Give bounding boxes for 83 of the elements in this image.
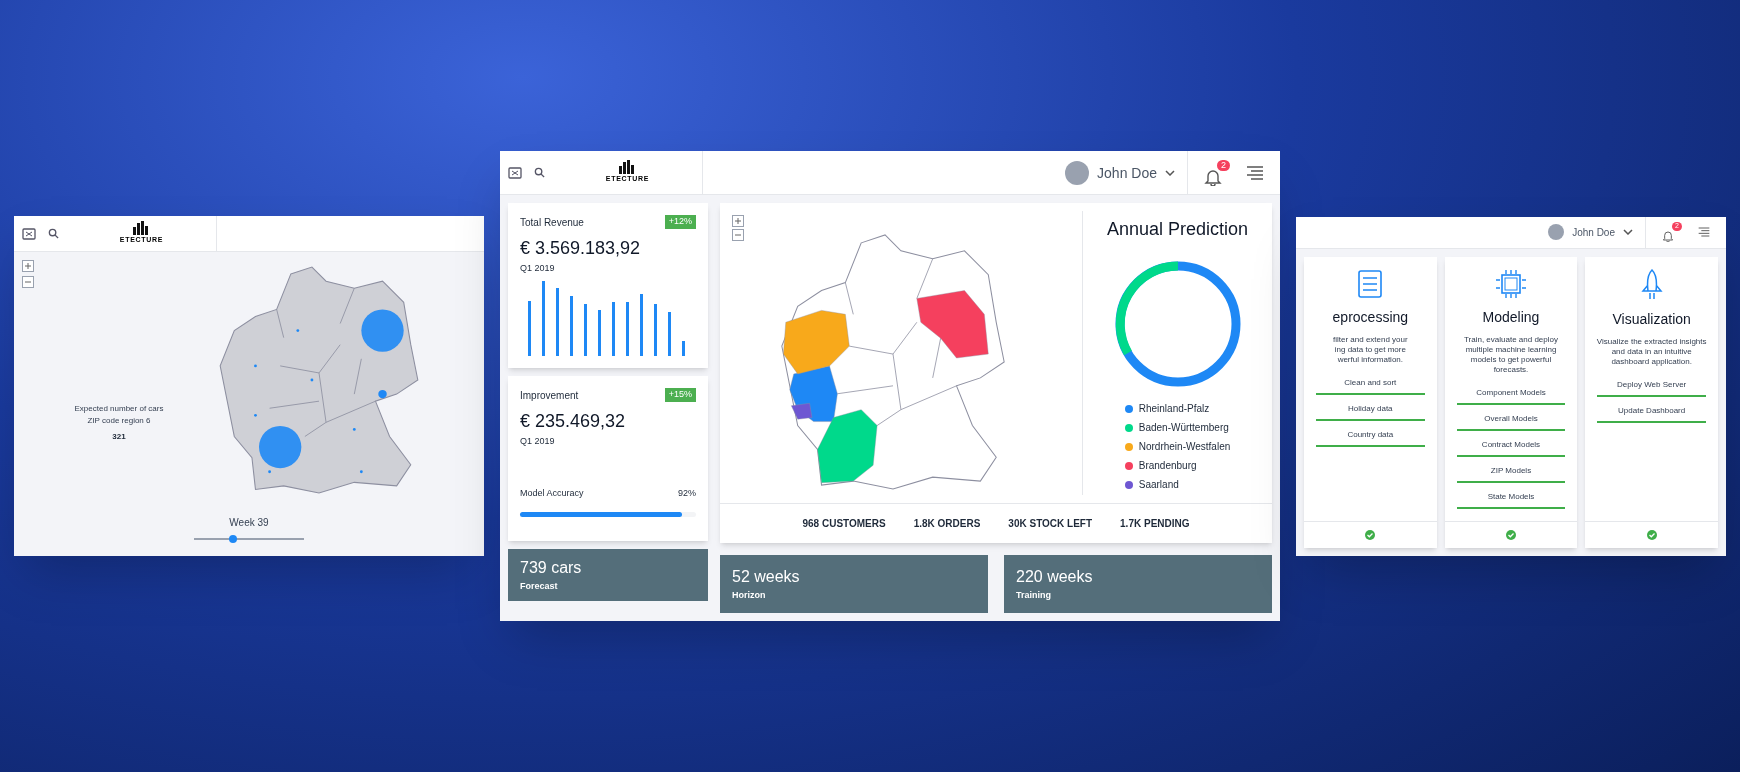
step-item: Update Dashboard: [1597, 404, 1706, 423]
slider-thumb[interactable]: [228, 535, 237, 543]
checklist-icon: [1357, 268, 1384, 299]
zoom-out-button[interactable]: [22, 276, 34, 288]
check-circle-icon: [1365, 529, 1376, 540]
kpi-period: Q1 2019: [520, 435, 556, 448]
bell-icon: [1662, 230, 1674, 242]
step-item: Country data: [1316, 428, 1425, 447]
tooltip-text: ZIP code region 6: [87, 415, 151, 427]
kpi-amount: € 3.569.183,92: [520, 237, 642, 260]
card-description: models to get powerful: [1470, 354, 1552, 365]
chevron-down-icon: [1165, 169, 1175, 176]
menu-icon[interactable]: [1698, 227, 1710, 237]
avatar-icon: [1548, 224, 1565, 240]
stat-label: 1.8K ORDERS: [913, 517, 981, 531]
check-circle-icon: [1506, 529, 1516, 540]
metric-label: Model Accuracy: [520, 486, 584, 500]
tile-value: 220 weeks: [1016, 567, 1094, 588]
search-icon[interactable]: [48, 228, 59, 239]
card-title: Modeling: [1482, 307, 1540, 327]
plus-icon: [25, 263, 31, 269]
legend-label: Nordrhein-Westfalen: [1138, 440, 1231, 454]
step-item: Deploy Web Server: [1597, 378, 1706, 397]
card-description: filter and extend your: [1332, 334, 1408, 345]
card-description: forecasts.: [1493, 364, 1529, 375]
tile-label: Horizon: [732, 589, 767, 603]
card-description: Train, evaluate and deploy: [1464, 334, 1558, 345]
card-title: eprocessing: [1332, 307, 1409, 327]
chevron-down-icon: [1623, 229, 1633, 235]
chip-icon: [1495, 268, 1527, 299]
card-description: ing data to get more: [1334, 344, 1406, 355]
card-title: Visualization: [1612, 309, 1691, 329]
kpi-amount: € 235.469,32: [520, 410, 627, 433]
step-item: ZIP Models: [1456, 464, 1566, 483]
step-item: Component Models: [1456, 386, 1566, 405]
legend-label: Saarland: [1138, 478, 1179, 492]
tooltip-text: Expected number of cars: [74, 403, 164, 415]
notifications-button[interactable]: 2: [1204, 159, 1230, 186]
stat-label: 30K STOCK LEFT: [1008, 517, 1093, 531]
menu-icon[interactable]: [1246, 165, 1264, 180]
stat-label: 968 CUSTOMERS: [802, 517, 886, 531]
card-description: and data in an intuitive: [1611, 346, 1692, 357]
step-item: State Models: [1456, 490, 1566, 509]
search-icon[interactable]: [534, 167, 545, 178]
prediction-title: Annual Prediction: [1106, 218, 1249, 241]
card-description: multiple machine learning: [1465, 344, 1557, 355]
card-description: dashboard application.: [1611, 356, 1692, 367]
zoom-in-button[interactable]: [22, 260, 34, 272]
card-description: werful information.: [1337, 354, 1403, 365]
week-label: Week 39: [229, 516, 269, 530]
fullscreen-icon[interactable]: [508, 166, 522, 179]
kpi-title: Total Revenue: [520, 216, 584, 230]
fullscreen-icon[interactable]: [22, 227, 36, 240]
step-item: Holiday data: [1316, 402, 1425, 421]
stat-label: 1.7K PENDING: [1120, 517, 1190, 531]
tile-label: Forecast: [520, 580, 559, 594]
bell-icon: [1204, 167, 1222, 186]
kpi-period: Q1 2019: [520, 262, 556, 275]
avatar-icon: [1065, 160, 1090, 185]
minus-icon: [735, 232, 741, 238]
tooltip-value: 321: [112, 431, 126, 443]
change-badge: +15%: [664, 388, 696, 402]
minus-icon: [25, 279, 31, 285]
kpi-title: Improvement: [520, 389, 579, 403]
metric-reading: 92%: [678, 486, 696, 500]
check-circle-icon: [1646, 529, 1657, 540]
legend-label: Brandenburg: [1138, 459, 1197, 473]
card-description: Visualize the extracted insights: [1596, 336, 1707, 347]
step-item: Contract Models: [1456, 438, 1566, 457]
notification-badge: 2: [1217, 159, 1230, 171]
zoom-out-button[interactable]: [732, 229, 744, 241]
change-badge: +12%: [664, 215, 696, 229]
user-menu[interactable]: John Doe: [1536, 224, 1645, 240]
step-item: Clean and sort: [1316, 376, 1425, 395]
tile-value: 739 cars: [520, 558, 583, 579]
tile-value: 52 weeks: [732, 567, 801, 588]
legend-label: Baden-Württemberg: [1138, 421, 1229, 435]
step-item: Overall Models: [1456, 412, 1566, 431]
user-menu[interactable]: John Doe: [1053, 160, 1187, 185]
plus-icon: [735, 218, 741, 224]
tile-label: Training: [1016, 589, 1052, 603]
legend-label: Rheinland-Pfalz: [1138, 402, 1210, 416]
zoom-in-button[interactable]: [732, 215, 744, 227]
